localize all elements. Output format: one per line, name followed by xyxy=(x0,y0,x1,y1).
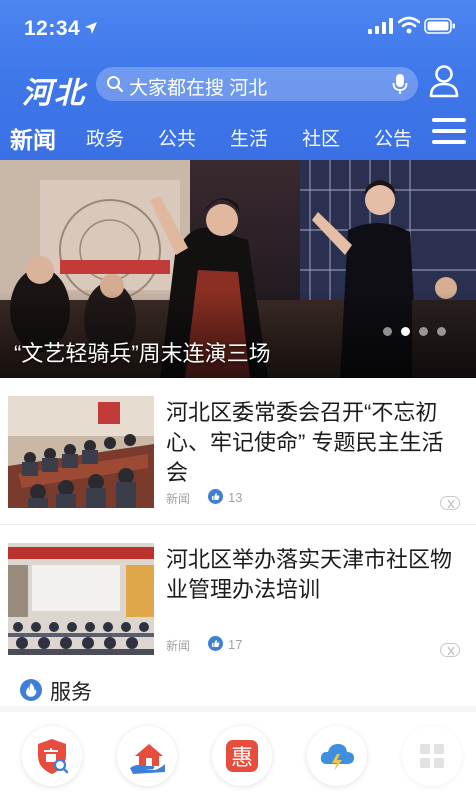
service-shield-search[interactable] xyxy=(22,726,82,786)
app-screen: 12:34 河北 大家都在搜 河北 新闻 政务 公共 生活 社区 公告 “文艺轻… xyxy=(0,0,476,794)
service-discount[interactable]: 惠 xyxy=(212,726,272,786)
dismiss-button[interactable] xyxy=(440,643,460,657)
tab-community[interactable]: 社区 xyxy=(302,124,340,151)
status-bar: 12:34 xyxy=(0,0,476,52)
dismiss-button[interactable] xyxy=(440,496,460,510)
carousel-dot[interactable] xyxy=(419,327,428,336)
shield-search-icon xyxy=(38,739,69,774)
news-thumbnail xyxy=(8,543,154,655)
news-item[interactable]: 河北区举办落实天津市社区物业管理办法培训 新闻 17 xyxy=(0,525,476,671)
services-header: 服务 xyxy=(0,670,476,706)
service-weather[interactable] xyxy=(307,726,367,786)
search-icon xyxy=(107,76,124,93)
news-source: 新闻 xyxy=(166,639,191,653)
carousel-dot[interactable] xyxy=(437,327,446,336)
tab-government[interactable]: 政务 xyxy=(86,124,124,151)
status-time: 12:34 xyxy=(24,17,81,40)
thumbs-up-icon[interactable] xyxy=(208,636,223,651)
news-item[interactable]: 河北区委常委会召开“不忘初心、牢记使命” 专题民主生活会 新闻 13 xyxy=(0,378,476,525)
close-icon xyxy=(447,646,455,656)
grid-icon xyxy=(420,744,444,768)
like-count: 13 xyxy=(228,490,243,505)
news-title: 河北区委常委会召开“不忘初心、牢记使命” 专题民主生活会 xyxy=(166,400,444,485)
menu-icon[interactable] xyxy=(432,118,466,150)
services-bar: 惠 xyxy=(0,712,476,794)
carousel-dots[interactable] xyxy=(383,327,446,336)
microphone-icon[interactable] xyxy=(392,73,408,95)
header: 12:34 河北 大家都在搜 河北 新闻 政务 公共 生活 社区 公告 xyxy=(0,0,476,160)
banner-carousel[interactable]: “文艺轻骑兵”周末连演三场 xyxy=(0,160,476,378)
thumbs-up-icon[interactable] xyxy=(208,489,223,504)
close-icon xyxy=(447,499,455,509)
service-house[interactable] xyxy=(117,726,177,786)
tab-life[interactable]: 生活 xyxy=(230,124,268,151)
banner-caption[interactable]: “文艺轻骑兵”周末连演三场 xyxy=(14,336,271,368)
services-title: 服务 xyxy=(50,681,92,704)
tab-announcement[interactable]: 公告 xyxy=(374,124,412,151)
cloud-lightning-icon xyxy=(320,744,354,771)
tab-news[interactable]: 新闻 xyxy=(10,121,56,155)
news-list: 河北区委常委会召开“不忘初心、牢记使命” 专题民主生活会 新闻 13 河北区举办… xyxy=(0,378,476,671)
news-title: 河北区举办落实天津市社区物业管理办法培训 xyxy=(166,547,453,602)
news-source: 新闻 xyxy=(166,492,191,506)
like-count: 17 xyxy=(228,637,243,652)
search-placeholder: 大家都在搜 河北 xyxy=(129,78,268,99)
signal-icon xyxy=(368,18,393,34)
app-logo: 河北 xyxy=(22,76,86,111)
battery-icon xyxy=(424,18,455,34)
category-tabs: 新闻 政务 公共 生活 社区 公告 xyxy=(0,118,420,158)
tab-public[interactable]: 公共 xyxy=(158,124,196,151)
carousel-dot-active[interactable] xyxy=(401,327,410,336)
search-input[interactable]: 大家都在搜 河北 xyxy=(96,67,418,101)
news-thumbnail xyxy=(8,396,154,508)
discount-icon: 惠 xyxy=(226,740,258,772)
house-hand-icon xyxy=(130,744,165,774)
wifi-icon xyxy=(398,16,420,34)
carousel-dot[interactable] xyxy=(383,327,392,336)
location-arrow-icon xyxy=(85,22,97,34)
service-more[interactable] xyxy=(402,726,462,786)
discount-glyph: 惠 xyxy=(231,746,253,771)
flame-icon xyxy=(20,679,42,701)
user-profile-icon[interactable] xyxy=(428,64,460,98)
